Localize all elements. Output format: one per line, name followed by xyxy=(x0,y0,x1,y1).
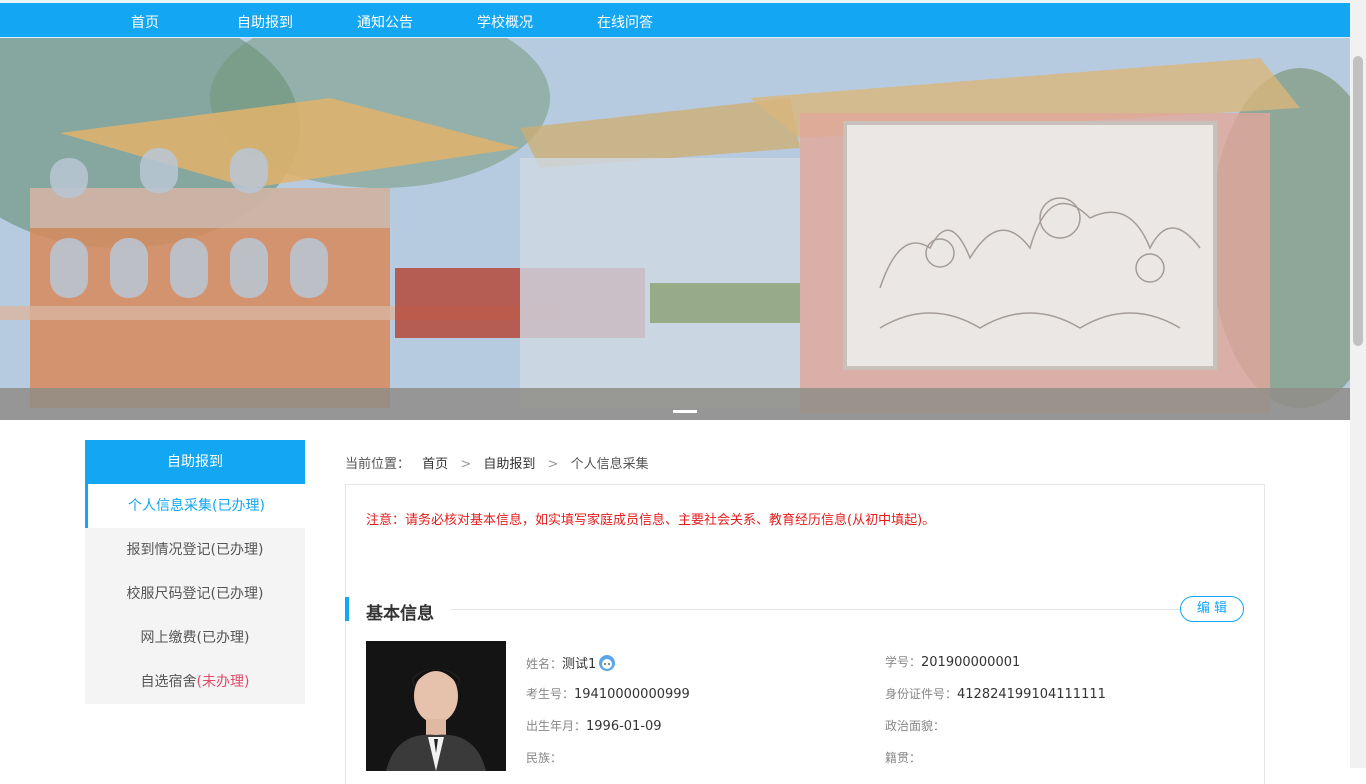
sidebar-title: 自助报到 xyxy=(85,440,305,484)
portrait-image xyxy=(366,641,506,771)
carousel-indicator[interactable] xyxy=(673,410,697,413)
field-value: 201900000001 xyxy=(921,655,1021,670)
section-title: 基本信息 xyxy=(366,604,434,624)
section-accent-bar xyxy=(345,597,349,621)
sidebar-item-label: 报到情况登记 xyxy=(126,542,211,558)
field-value: 1996-01-09 xyxy=(586,719,662,734)
sidebar-item-status: (已办理) xyxy=(210,542,264,558)
sidebar-item-label: 网上缴费 xyxy=(140,630,197,646)
sidebar-item-uniform-size[interactable]: 校服尺码登记(已办理) xyxy=(85,572,305,616)
breadcrumb-current: 个人信息采集 xyxy=(570,457,649,472)
nav-self-checkin[interactable]: 自助报到 xyxy=(237,12,293,32)
field-label: 考生号： xyxy=(526,687,575,701)
nav-notices[interactable]: 通知公告 xyxy=(357,12,413,32)
sidebar-item-label: 校服尺码登记 xyxy=(126,586,211,602)
main-content: 注意：请务必核对基本信息，如实填写家庭成员信息、主要社会关系、教育经历信息(从初… xyxy=(345,484,1265,784)
field-value: 测试1 xyxy=(562,657,597,672)
banner-image xyxy=(0,38,1350,420)
nav-home[interactable]: 首页 xyxy=(131,12,159,32)
field-ethnic: 民族： xyxy=(526,749,562,766)
breadcrumb-separator: > xyxy=(547,457,559,472)
profile-photo xyxy=(366,641,506,771)
edit-button[interactable]: 编 辑 xyxy=(1180,596,1244,622)
sidebar-menu: 个人信息采集(已办理) 报到情况登记(已办理) 校服尺码登记(已办理) 网上缴费… xyxy=(85,484,305,704)
breadcrumb-prefix: 当前位置： xyxy=(345,457,411,472)
breadcrumb-home[interactable]: 首页 xyxy=(422,457,448,472)
field-name: 姓名：测试1 xyxy=(526,653,616,676)
sidebar-item-status: (已办理) xyxy=(196,630,250,646)
nav-school-overview[interactable]: 学校概况 xyxy=(477,12,533,32)
sidebar-item-checkin-register[interactable]: 报到情况登记(已办理) xyxy=(85,528,305,572)
field-birth: 出生年月：1996-01-09 xyxy=(526,717,662,734)
sidebar-item-dorm-select[interactable]: 自选宿舍(未办理) xyxy=(85,660,305,704)
breadcrumb: 当前位置： 首页 > 自助报到 > 个人信息采集 xyxy=(345,453,657,472)
field-political: 政治面貌： xyxy=(885,717,945,734)
banner-carousel xyxy=(0,38,1350,420)
top-nav: 首页 自助报到 通知公告 学校概况 在线问答 xyxy=(0,0,1350,38)
sidebar-item-label: 自选宿舍 xyxy=(140,674,197,690)
notice-text: 注意：请务必核对基本信息，如实填写家庭成员信息、主要社会关系、教育经历信息(从初… xyxy=(366,513,936,528)
sidebar-item-label: 个人信息采集 xyxy=(128,498,213,514)
page-scrollbar[interactable] xyxy=(1350,0,1366,768)
field-exam-no: 考生号：19410000000999 xyxy=(526,685,690,702)
field-label: 政治面貌： xyxy=(885,719,946,733)
field-label: 姓名： xyxy=(526,657,563,671)
field-label: 身份证件号： xyxy=(885,687,958,701)
field-label: 学号： xyxy=(885,655,922,669)
field-label: 民族： xyxy=(526,751,563,765)
field-student-no: 学号：201900000001 xyxy=(885,653,1020,670)
user-avatar-icon[interactable] xyxy=(598,654,616,676)
field-native-place: 籍贯： xyxy=(885,749,921,766)
sidebar-item-online-payment[interactable]: 网上缴费(已办理) xyxy=(85,616,305,660)
section-divider xyxy=(451,609,1181,610)
sidebar-item-personal-info[interactable]: 个人信息采集(已办理) xyxy=(85,484,305,528)
field-value: 412824199104111111 xyxy=(957,687,1106,702)
field-label: 出生年月： xyxy=(526,719,587,733)
field-label: 籍贯： xyxy=(885,751,922,765)
sidebar-item-status: (已办理) xyxy=(210,586,264,602)
breadcrumb-self-checkin[interactable]: 自助报到 xyxy=(483,457,535,472)
nav-online-qa[interactable]: 在线问答 xyxy=(597,12,653,32)
breadcrumb-separator: > xyxy=(460,457,472,472)
field-id-no: 身份证件号：412824199104111111 xyxy=(885,685,1106,702)
sidebar-item-status: (已办理) xyxy=(212,498,265,514)
sidebar-item-status: (未办理) xyxy=(196,674,250,690)
field-value: 19410000000999 xyxy=(574,687,690,702)
scrollbar-thumb[interactable] xyxy=(1353,56,1363,346)
